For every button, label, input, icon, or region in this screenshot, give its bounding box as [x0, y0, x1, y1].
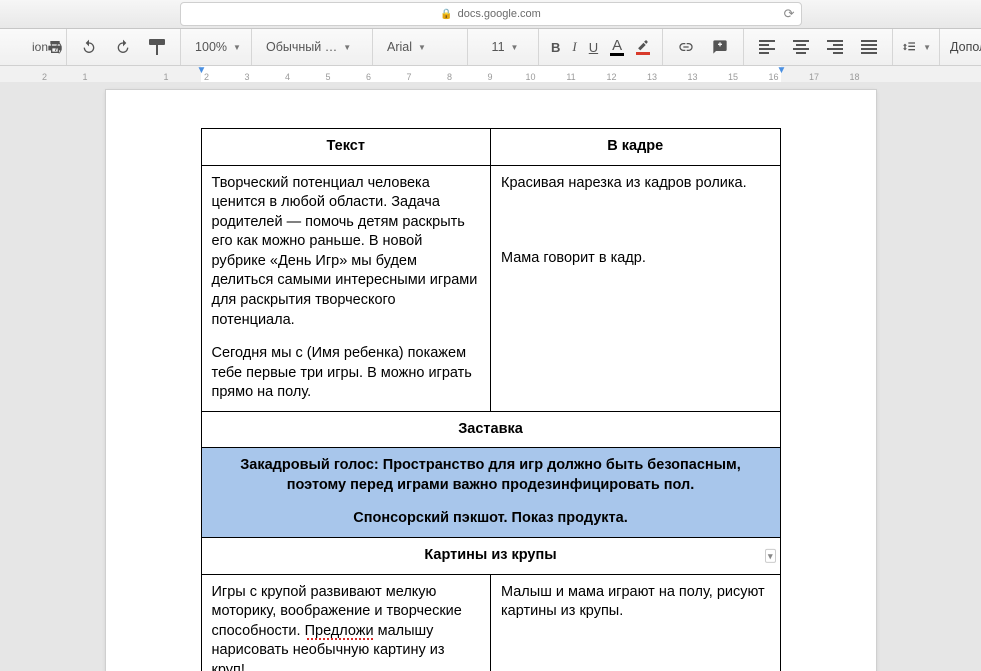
paragraph[interactable]: Мама говорит в кадр. — [501, 249, 770, 269]
redo-icon — [115, 39, 131, 55]
col-header-text: Текст — [201, 129, 491, 166]
row-options-handle[interactable]: ▾ — [765, 549, 776, 563]
sponsor-row[interactable]: Закадровый голос: Пространство для игр д… — [201, 448, 780, 538]
ruler-tick: 1 — [163, 72, 168, 82]
italic-button[interactable]: I — [566, 33, 582, 61]
ruler-tick: 2 — [204, 72, 209, 82]
paint-format-button[interactable] — [140, 33, 174, 61]
font-family-value: Arial — [387, 40, 412, 54]
script-table[interactable]: Текст В кадре Творческий потенциал челов… — [201, 128, 781, 671]
text-color-icon: A — [610, 38, 624, 56]
highlight-icon — [636, 39, 650, 55]
zoom-dropdown[interactable]: 100% ▼ — [187, 33, 245, 61]
font-size-value: 11 — [492, 40, 505, 54]
ruler-tick: 13 — [647, 72, 657, 82]
ruler-tick: 12 — [606, 72, 616, 82]
align-right-button[interactable] — [818, 33, 852, 61]
ruler-tick: 8 — [447, 72, 452, 82]
ruler-tick: 7 — [406, 72, 411, 82]
sponsor-packshot[interactable]: Спонсорский пэкшот. Показ продукта. — [212, 509, 770, 529]
align-right-icon — [827, 40, 843, 54]
highlight-color-button[interactable] — [630, 33, 656, 61]
align-justify-button[interactable] — [852, 33, 886, 61]
bold-button[interactable]: B — [545, 33, 566, 61]
cell-text[interactable]: Творческий потенциал человека ценится в … — [201, 165, 491, 411]
section-header-cell[interactable]: Картины из крупы ▾ — [201, 538, 780, 575]
chevron-down-icon: ▼ — [343, 43, 351, 52]
ruler-tick: 10 — [525, 72, 535, 82]
paragraph[interactable]: Красивая нарезка из кадров ролика. — [501, 174, 770, 194]
ruler-tick: 15 — [728, 72, 738, 82]
lock-icon: 🔒 — [440, 9, 452, 20]
paragraph-style-value: Обычный … — [266, 40, 337, 54]
ruler-tick: 4 — [285, 72, 290, 82]
chevron-down-icon: ▼ — [511, 43, 519, 52]
chevron-down-icon: ▼ — [233, 43, 241, 52]
align-center-button[interactable] — [784, 33, 818, 61]
sponsor-voiceover[interactable]: Закадровый голос: Пространство для игр д… — [240, 457, 741, 493]
ruler-tick: 1 — [82, 72, 87, 82]
ruler-tick: 13 — [687, 72, 697, 82]
undo-icon — [81, 39, 97, 55]
section-header-row[interactable]: Картины из крупы ▾ — [201, 538, 780, 575]
sponsor-cell[interactable]: Закадровый голос: Пространство для игр д… — [201, 448, 780, 538]
align-left-button[interactable] — [750, 33, 784, 61]
paragraph[interactable]: Малыш и мама играют на полу, рисуют карт… — [501, 583, 770, 622]
browser-address-bar-area: 🔒 docs.google.com ⟳ — [0, 0, 981, 29]
paragraph[interactable]: Сегодня мы с (Имя ребенка) покажем тебе … — [212, 344, 481, 403]
toolbar-more-button[interactable]: Дополнительно — [940, 29, 981, 65]
align-left-icon — [759, 40, 775, 54]
comment-icon — [712, 39, 728, 55]
chevron-down-icon: ▼ — [923, 43, 931, 52]
ruler-tick: 6 — [366, 72, 371, 82]
table-row[interactable]: Творческий потенциал человека ценится в … — [201, 165, 780, 411]
spellcheck-word[interactable]: Предложи — [305, 623, 374, 640]
cell-frame[interactable]: Красивая нарезка из кадров ролика. Мама … — [491, 165, 781, 411]
text-color-button[interactable]: A — [604, 33, 630, 61]
ruler-tick: 3 — [244, 72, 249, 82]
ruler-tick: 5 — [325, 72, 330, 82]
col-header-frame: В кадре — [491, 129, 781, 166]
reload-icon[interactable]: ⟳ — [784, 6, 795, 22]
paragraph[interactable]: Творческий потенциал человека ценится в … — [212, 174, 481, 331]
link-icon — [678, 39, 694, 55]
document-canvas: Текст В кадре Творческий потенциал челов… — [0, 82, 981, 671]
section-header-row[interactable]: Заставка — [201, 411, 780, 448]
ruler-tick: 18 — [849, 72, 859, 82]
align-justify-icon — [861, 40, 877, 54]
cell-text[interactable]: Игры с крупой развивают мелкую моторику,… — [201, 574, 491, 671]
zoom-value: 100% — [195, 40, 227, 54]
clipped-fragment: ion+/) — [32, 29, 67, 65]
redo-button[interactable] — [106, 33, 140, 61]
table-header-row: Текст В кадре — [201, 129, 780, 166]
browser-omnibox[interactable]: 🔒 docs.google.com ⟳ — [180, 2, 802, 26]
undo-button[interactable] — [72, 33, 106, 61]
add-comment-button[interactable] — [703, 33, 737, 61]
chevron-down-icon: ▼ — [418, 43, 426, 52]
font-family-dropdown[interactable]: Arial ▼ — [379, 33, 461, 61]
paragraph[interactable]: Игры с крупой развивают мелкую моторику,… — [212, 583, 481, 671]
align-center-icon — [793, 40, 809, 54]
docs-toolbar: ion+/) 100% ▼ Обычный … — [0, 29, 981, 66]
page: Текст В кадре Творческий потенциал челов… — [106, 90, 876, 671]
ruler-tick: 9 — [487, 72, 492, 82]
ruler-tick: 17 — [809, 72, 819, 82]
paint-roller-icon — [149, 39, 165, 55]
paragraph-style-dropdown[interactable]: Обычный … ▼ — [258, 33, 366, 61]
ruler-tick: 11 — [566, 72, 575, 82]
browser-url: docs.google.com — [458, 8, 541, 20]
line-spacing-button[interactable]: ▼ — [899, 33, 933, 61]
table-row[interactable]: Игры с крупой развивают мелкую моторику,… — [201, 574, 780, 671]
section-header-cell[interactable]: Заставка — [201, 411, 780, 448]
line-spacing-icon — [901, 39, 917, 55]
ruler-tick: 2 — [42, 72, 47, 82]
ruler-tick: 16 — [768, 72, 778, 82]
insert-link-button[interactable] — [669, 33, 703, 61]
font-size-dropdown[interactable]: 11 ▼ — [474, 33, 532, 61]
cell-frame[interactable]: Малыш и мама играют на полу, рисуют карт… — [491, 574, 781, 671]
underline-button[interactable]: U — [583, 33, 604, 61]
